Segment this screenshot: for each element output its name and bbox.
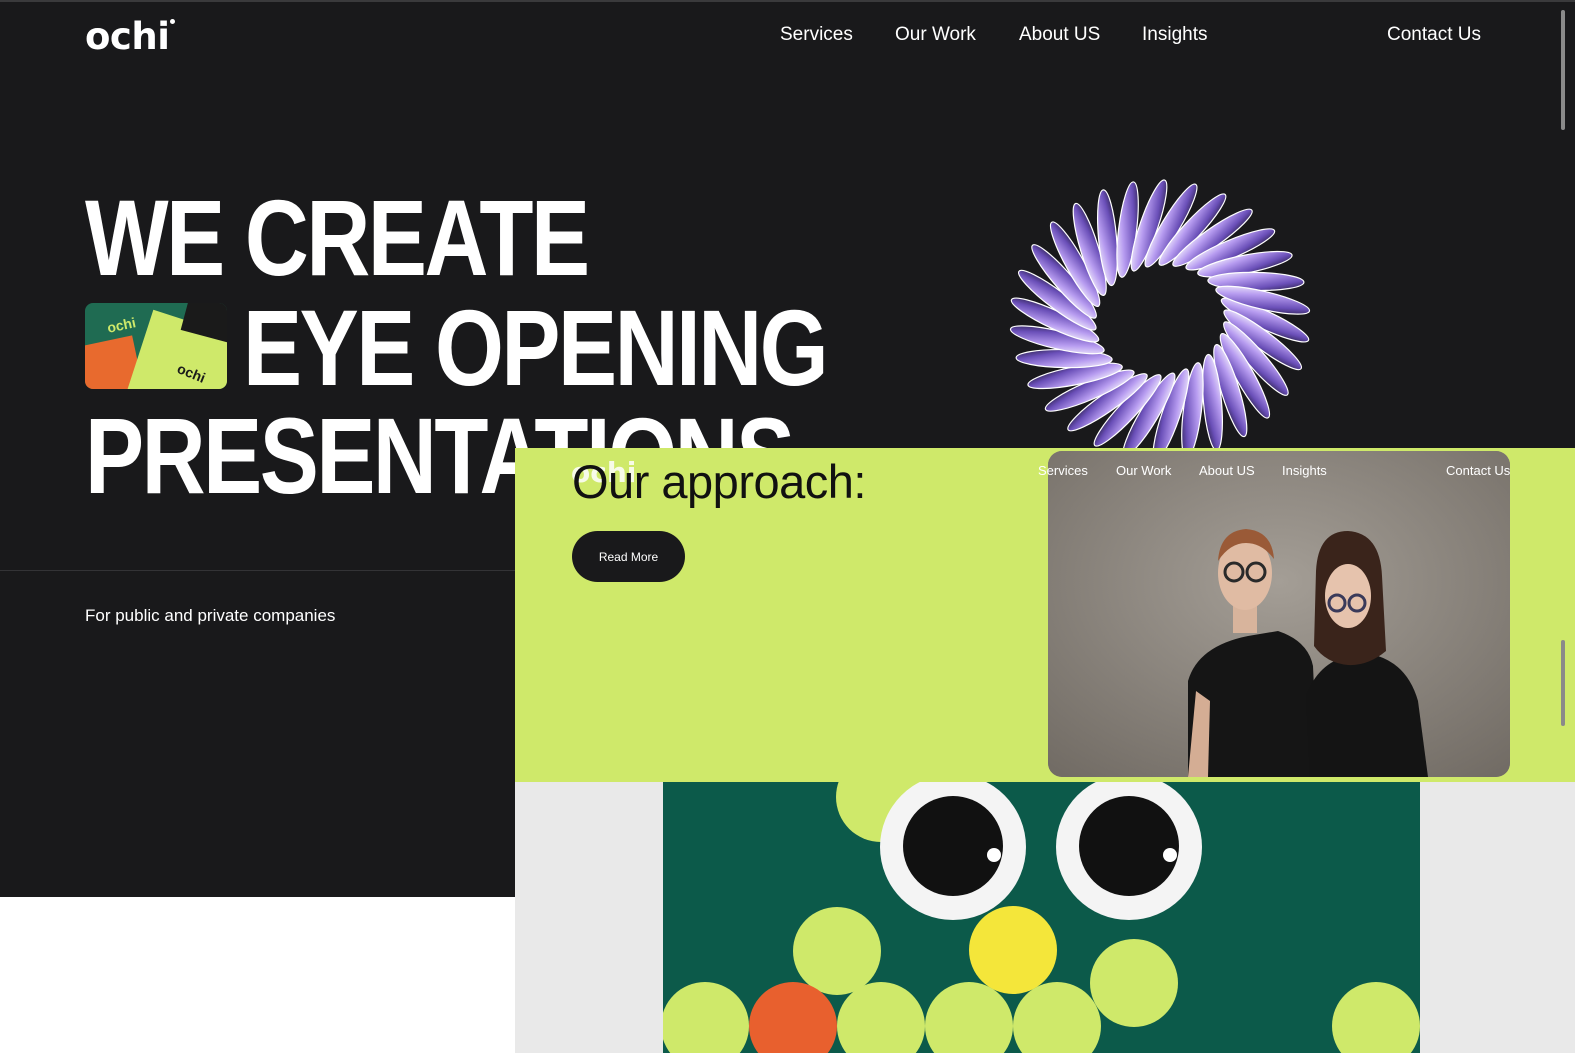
team-photo: [1048, 451, 1510, 777]
mini-nav-insights[interactable]: Insights: [1282, 463, 1327, 478]
nav-services[interactable]: Services: [780, 24, 853, 46]
ring-fins: [1009, 179, 1311, 455]
headline-thumbnail: ochi ochi: [85, 303, 227, 389]
headline-line-2: EYE OPENING: [243, 287, 829, 408]
hero-tagline: For public and private companies: [85, 606, 336, 625]
top-border: [0, 0, 1575, 2]
approach-section: ochi Our approach: Read More Services Ou…: [515, 448, 1575, 782]
logo-text: ochi: [85, 15, 170, 58]
poster-illustration: [663, 782, 1420, 1053]
team-photo-image: [1048, 451, 1510, 777]
inner-scrollbar-thumb[interactable]: [1561, 640, 1565, 726]
nav-insights[interactable]: Insights: [1142, 24, 1207, 46]
mini-nav-contact[interactable]: Contact Us: [1446, 463, 1510, 478]
nav-contact[interactable]: Contact Us: [1387, 24, 1481, 46]
mini-nav-about[interactable]: About US: [1199, 463, 1255, 478]
page-scrollbar-thumb[interactable]: [1561, 10, 1565, 130]
ring-illustration: [1009, 179, 1311, 455]
approach-title: Our approach:: [572, 455, 866, 508]
mini-nav-services[interactable]: Services: [1038, 463, 1088, 478]
brand-logo[interactable]: ochi: [85, 15, 176, 58]
nav-our-work[interactable]: Our Work: [895, 24, 976, 46]
project-poster: [663, 782, 1420, 1053]
project-preview: [515, 782, 1575, 1053]
read-more-button[interactable]: Read More: [572, 531, 685, 582]
nav-about[interactable]: About US: [1019, 24, 1100, 46]
headline-line-1: WE CREATE: [85, 177, 590, 298]
logo-dot: [170, 19, 176, 24]
mini-nav-our-work[interactable]: Our Work: [1116, 463, 1171, 478]
thumb-logo-a: ochi: [105, 314, 138, 336]
